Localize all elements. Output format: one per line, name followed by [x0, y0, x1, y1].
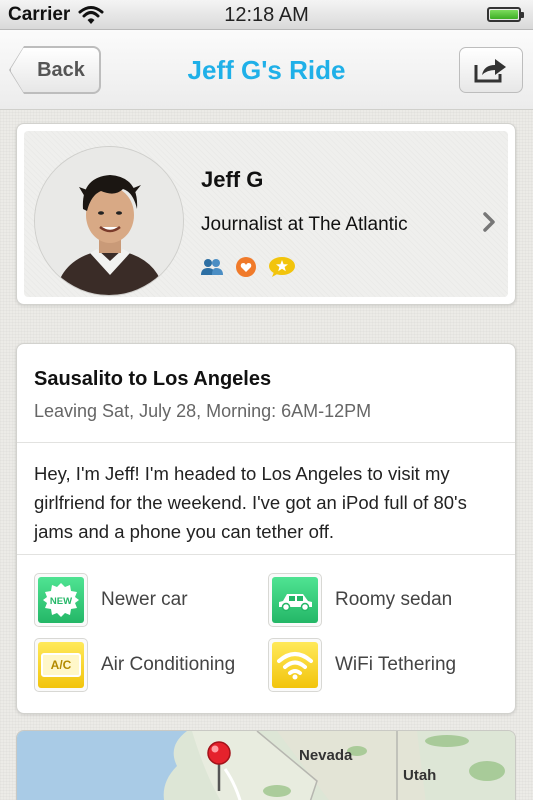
navigation-bar: Back Jeff G's Ride — [0, 30, 533, 110]
map-pin-icon — [207, 741, 231, 791]
driver-job: Journalist at The Atlantic — [201, 214, 408, 235]
driver-name: Jeff G — [201, 167, 264, 192]
chevron-right-icon — [483, 212, 495, 232]
divider — [17, 554, 515, 555]
driver-profile-card[interactable]: Jeff G Journalist at The Atlantic — [16, 123, 516, 305]
page-title: Jeff G's Ride — [187, 55, 346, 85]
ac-icon-text: A/C — [41, 653, 81, 677]
map-label-nevada: Nevada — [299, 747, 353, 764]
sedan-car-icon — [268, 573, 322, 627]
feature-air-conditioning: A/C Air Conditioning — [34, 638, 235, 692]
back-button[interactable]: Back — [10, 47, 100, 93]
ride-schedule: Leaving Sat, July 28, Morning: 6AM-12PM — [34, 401, 372, 421]
map-label-utah: Utah — [403, 767, 437, 784]
ride-description: Hey, I'm Jeff! I'm headed to Los Angeles… — [34, 463, 467, 542]
feature-wifi-tethering: WiFi Tethering — [268, 638, 456, 692]
feature-newer-car: NEW Newer car — [34, 573, 188, 627]
feature-label: WiFi Tethering — [335, 654, 457, 675]
avatar-portrait — [35, 147, 183, 295]
route-map[interactable]: Nevada Utah — [16, 730, 516, 800]
feature-label: Newer car — [101, 589, 188, 610]
wifi-signal-icon — [78, 5, 104, 24]
feature-roomy-sedan: Roomy sedan — [268, 573, 452, 627]
carrier-label: Carrier — [8, 3, 71, 25]
map-terrain — [17, 731, 515, 800]
battery-icon — [487, 7, 524, 22]
star-chat-icon — [269, 257, 295, 277]
profile-inner: Jeff G Journalist at The Atlantic — [24, 131, 508, 297]
ride-details-card: Sausalito to Los Angeles Leaving Sat, Ju… — [16, 343, 516, 714]
divider — [17, 442, 515, 443]
wifi-icon — [268, 638, 322, 692]
feature-label: Air Conditioning — [101, 654, 236, 675]
status-bar: Carrier — [0, 0, 533, 30]
heart-icon — [236, 257, 256, 277]
friends-icon — [201, 259, 223, 275]
avatar — [34, 146, 184, 296]
new-badge-text: NEW — [50, 596, 72, 607]
ac-icon: A/C — [34, 638, 88, 692]
new-badge-icon: NEW — [34, 573, 88, 627]
ride-route: Sausalito to Los Angeles — [34, 368, 272, 390]
profile-badges — [200, 256, 296, 278]
share-button[interactable] — [459, 47, 523, 93]
feature-label: Roomy sedan — [335, 589, 453, 610]
status-left: Carrier — [8, 4, 104, 26]
share-arrow-icon — [474, 59, 506, 83]
